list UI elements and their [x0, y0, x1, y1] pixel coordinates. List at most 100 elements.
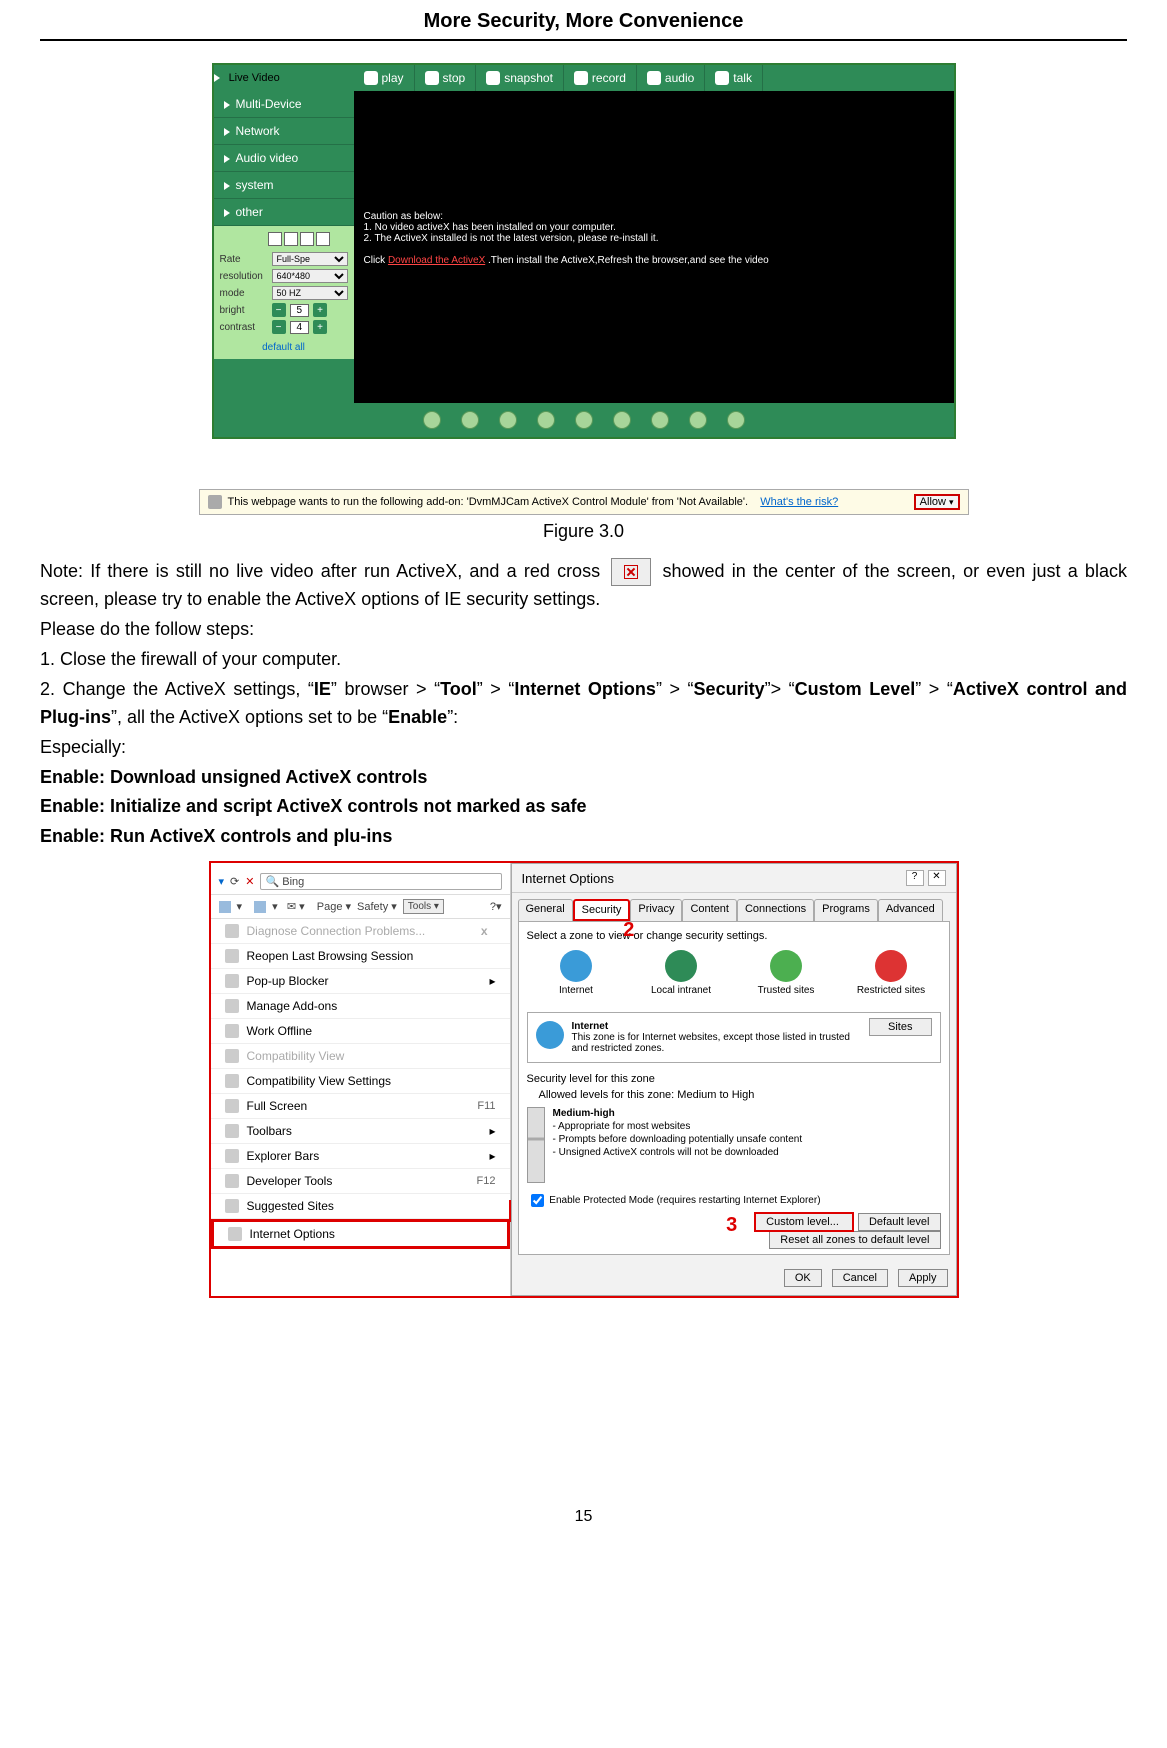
menu-internet-options[interactable]: Internet Options	[211, 1219, 510, 1249]
ptz-dot[interactable]	[537, 411, 555, 429]
close-icon[interactable]: x	[481, 924, 488, 938]
instruction-text: Note: If there is still no live video af…	[40, 558, 1127, 851]
chevron-right-icon	[224, 209, 230, 217]
tab-connections[interactable]: Connections	[737, 899, 814, 921]
ptz-dot[interactable]	[499, 411, 517, 429]
play-button[interactable]: play	[354, 65, 415, 91]
bright-minus[interactable]: −	[272, 303, 286, 317]
download-activex-link[interactable]: Download the ActiveX	[388, 255, 485, 266]
menu-reopen[interactable]: Reopen Last Browsing Session	[211, 944, 510, 969]
zone-description: This zone is for Internet websites, exce…	[572, 1032, 850, 1054]
custom-level-button[interactable]: 3 Custom level...	[754, 1212, 854, 1232]
nav-network[interactable]: Network	[214, 118, 354, 145]
after-link-text: .Then install the ActiveX,Refresh the br…	[488, 255, 769, 266]
nav-label: Audio video	[236, 151, 299, 165]
btn-label: audio	[665, 71, 694, 85]
zone-trusted[interactable]: Trusted sites	[751, 950, 821, 996]
reset-zones-button[interactable]: Reset all zones to default level	[769, 1231, 940, 1249]
compat-icon	[225, 1049, 239, 1063]
security-slider[interactable]	[527, 1107, 545, 1183]
menu-explorer-bars[interactable]: Explorer Bars▸	[211, 1144, 510, 1169]
record-button[interactable]: record	[564, 65, 637, 91]
menu-suggested[interactable]: Suggested Sites 1	[211, 1194, 510, 1219]
audio-icon	[647, 71, 661, 85]
apply-button[interactable]: Apply	[898, 1269, 948, 1287]
zone-internet[interactable]: Internet	[541, 950, 611, 996]
help-button[interactable]: ?	[906, 870, 924, 886]
tab-general[interactable]: General	[518, 899, 573, 921]
tab-programs[interactable]: Programs	[814, 899, 878, 921]
intranet-icon	[665, 950, 697, 982]
nav-audio-video[interactable]: Audio video	[214, 145, 354, 172]
nav-live-video[interactable]: Live Video	[214, 72, 354, 84]
ptz-dot[interactable]	[727, 411, 745, 429]
resolution-select[interactable]: 640*480	[272, 269, 348, 283]
step-2: 2. Change the ActiveX settings, “IE” bro…	[40, 676, 1127, 732]
step-1: 1. Close the firewall of your computer.	[40, 646, 1127, 674]
tab-privacy[interactable]: Privacy	[630, 899, 682, 921]
talk-button[interactable]: talk	[705, 65, 763, 91]
zone-intranet[interactable]: Local intranet	[646, 950, 716, 996]
nav-label: Multi-Device	[236, 97, 302, 111]
zone-restricted[interactable]: Restricted sites	[856, 950, 926, 996]
explorer-bars-icon	[225, 1149, 239, 1163]
ptz-dot[interactable]	[461, 411, 479, 429]
nav-other[interactable]: other	[214, 199, 354, 226]
internet-options-icon	[228, 1227, 242, 1241]
stop-icon	[425, 71, 439, 85]
addon-icon	[208, 495, 222, 509]
menu-offline[interactable]: Work Offline	[211, 1019, 510, 1044]
menu-devtools[interactable]: Developer ToolsF12	[211, 1169, 510, 1194]
ok-button[interactable]: OK	[784, 1269, 822, 1287]
toolbars-icon	[225, 1124, 239, 1138]
popup-icon	[225, 974, 239, 988]
caution-line: 2. The ActiveX installed is not the late…	[364, 233, 944, 244]
rate-select[interactable]: Full-Spe	[272, 252, 348, 266]
cancel-button[interactable]: Cancel	[832, 1269, 888, 1287]
search-box[interactable]: 🔍 Bing	[260, 873, 501, 890]
tab-security[interactable]: Security 2	[573, 899, 631, 921]
contrast-minus[interactable]: −	[272, 320, 286, 334]
nav-system[interactable]: system	[214, 172, 354, 199]
chevron-right-icon	[224, 155, 230, 163]
internet-icon	[536, 1021, 564, 1049]
protected-mode-checkbox[interactable]	[531, 1194, 544, 1207]
menu-fullscreen[interactable]: Full ScreenF11	[211, 1094, 510, 1119]
contrast-plus[interactable]: +	[313, 320, 327, 334]
bright-plus[interactable]: +	[313, 303, 327, 317]
audio-button[interactable]: audio	[637, 65, 705, 91]
level-desc: - Prompts before downloading potentially…	[527, 1133, 941, 1146]
close-button[interactable]: ✕	[928, 870, 946, 886]
menu-popup[interactable]: Pop-up Blocker▸	[211, 969, 510, 994]
page-menu[interactable]: Page ▾	[317, 900, 351, 913]
default-level-button[interactable]: Default level	[858, 1213, 941, 1231]
ptz-dot[interactable]	[651, 411, 669, 429]
allow-button[interactable]: Allow	[914, 494, 960, 510]
tools-menu[interactable]: Tools ▾	[403, 899, 444, 914]
tab-content[interactable]: Content	[682, 899, 737, 921]
whats-the-risk-link[interactable]: What's the risk?	[760, 496, 838, 508]
reopen-icon	[225, 949, 239, 963]
tab-advanced[interactable]: Advanced	[878, 899, 943, 921]
stop-button[interactable]: stop	[415, 65, 477, 91]
nav-multi-device[interactable]: Multi-Device	[214, 91, 354, 118]
ptz-dot[interactable]	[423, 411, 441, 429]
safety-menu[interactable]: Safety ▾	[357, 900, 397, 913]
sites-button[interactable]: Sites	[869, 1018, 931, 1036]
layout-grid[interactable]	[268, 232, 330, 246]
record-icon	[574, 71, 588, 85]
mode-select[interactable]: 50 HZ	[272, 286, 348, 300]
menu-toolbars[interactable]: Toolbars▸	[211, 1119, 510, 1144]
offline-icon	[225, 1024, 239, 1038]
ie-tools-menu: ▾⟳ ✕ 🔍 Bing ▾ ▾ ✉ ▾ Page ▾ Safety ▾ Tool…	[211, 863, 511, 1296]
default-all-link[interactable]: default all	[220, 342, 348, 353]
select-zone-label: Select a zone to view or change security…	[527, 930, 941, 942]
allowed-levels: Allowed levels for this zone: Medium to …	[539, 1089, 941, 1101]
ptz-dot[interactable]	[689, 411, 707, 429]
menu-compat-settings[interactable]: Compatibility View Settings	[211, 1069, 510, 1094]
ptz-dot[interactable]	[575, 411, 593, 429]
callout-2: 2	[623, 919, 634, 942]
ptz-dot[interactable]	[613, 411, 631, 429]
snapshot-button[interactable]: snapshot	[476, 65, 564, 91]
menu-addons[interactable]: Manage Add-ons	[211, 994, 510, 1019]
